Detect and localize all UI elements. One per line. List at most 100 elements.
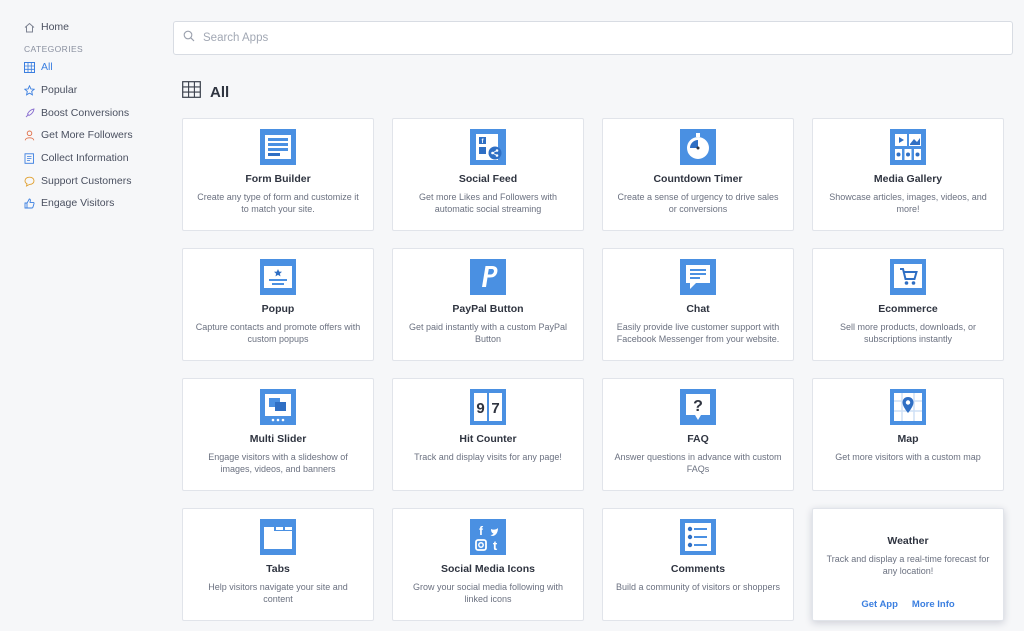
app-title: Map	[897, 433, 919, 445]
sidebar-item-label: Collect Information	[41, 152, 129, 164]
svg-text:9: 9	[476, 400, 484, 417]
home-icon	[24, 22, 35, 33]
app-card-social-feed[interactable]: f Social Feed Get more Likes and Followe…	[392, 118, 584, 231]
thumbs-up-icon	[24, 198, 35, 209]
app-card-tabs[interactable]: Tabs Help visitors navigate your site an…	[182, 508, 374, 621]
get-app-button[interactable]: Get App	[861, 599, 898, 610]
app-card-popup[interactable]: Popup Capture contacts and promote offer…	[182, 248, 374, 361]
grid-icon	[24, 61, 35, 73]
app-description: Engage visitors with a slideshow of imag…	[208, 452, 348, 474]
app-title: Countdown Timer	[653, 173, 743, 185]
app-card-chat[interactable]: Chat Easily provide live customer suppor…	[602, 248, 794, 361]
sidebar-item-label: Engage Visitors	[41, 197, 115, 209]
app-card-hit-counter[interactable]: 97 Hit Counter Track and display visits …	[392, 378, 584, 491]
media-gallery-icon	[890, 129, 926, 165]
comments-icon	[680, 519, 716, 555]
app-description: Grow your social media following with li…	[412, 582, 564, 604]
app-title: PayPal Button	[452, 303, 524, 315]
multi-slider-icon	[260, 389, 296, 425]
app-card-ecommerce[interactable]: Ecommerce Sell more products, downloads,…	[812, 248, 1004, 361]
hit-counter-icon: 97	[470, 389, 506, 425]
app-card-social-media-icons[interactable]: ft Social Media Icons Grow your social m…	[392, 508, 584, 621]
sidebar-item-support-customers[interactable]: Support Customers	[24, 172, 131, 190]
app-grid: Form Builder Create any type of form and…	[182, 118, 1004, 621]
app-card-map[interactable]: Map Get more visitors with a custom map	[812, 378, 1004, 491]
form-builder-icon	[260, 129, 296, 165]
app-description: Create any type of form and customize it…	[197, 192, 359, 214]
grid-icon	[182, 81, 201, 103]
app-card-weather[interactable]: Weather Track and display a real-time fo…	[812, 508, 1004, 621]
app-card-paypal-button[interactable]: PayPal Button Get paid instantly with a …	[392, 248, 584, 361]
app-title: Weather	[887, 535, 929, 547]
chat-bubble-icon	[24, 176, 35, 187]
app-title: Media Gallery	[873, 173, 943, 185]
user-icon	[24, 130, 35, 141]
app-description: Capture contacts and promote offers with…	[195, 322, 361, 344]
sidebar-item-boost-conversions[interactable]: Boost Conversions	[24, 104, 129, 122]
app-title: Form Builder	[245, 173, 311, 185]
app-title: Comments	[670, 563, 726, 575]
app-description: Build a community of visitors or shopper…	[615, 582, 781, 592]
app-card-media-gallery[interactable]: Media Gallery Showcase articles, images,…	[812, 118, 1004, 231]
app-title: Social Media Icons	[441, 563, 535, 575]
sidebar-item-all[interactable]: All	[24, 58, 53, 76]
paypal-icon	[470, 259, 506, 295]
app-title: Tabs	[266, 563, 290, 575]
app-description: Create a sense of urgency to drive sales…	[617, 192, 779, 214]
page-title: All	[210, 83, 230, 101]
sidebar-item-popular[interactable]: Popular	[24, 81, 77, 99]
app-card-countdown-timer[interactable]: Countdown Timer Create a sense of urgenc…	[602, 118, 794, 231]
svg-text:t: t	[493, 538, 498, 553]
ecommerce-icon	[890, 259, 926, 295]
sidebar-item-get-more-followers[interactable]: Get More Followers	[24, 126, 133, 144]
svg-text:?: ?	[693, 398, 703, 415]
sidebar-item-label: Boost Conversions	[41, 107, 130, 119]
app-description: Sell more products, downloads, or subscr…	[839, 322, 977, 344]
app-title: Hit Counter	[459, 433, 517, 445]
app-description: Answer questions in advance with custom …	[614, 452, 782, 474]
app-card-form-builder[interactable]: Form Builder Create any type of form and…	[182, 118, 374, 231]
app-title: Social Feed	[458, 173, 518, 185]
app-description: Showcase articles, images, videos, and m…	[829, 192, 987, 214]
app-description: Get more visitors with a custom map	[835, 452, 981, 462]
app-card-comments[interactable]: Comments Build a community of visitors o…	[602, 508, 794, 621]
app-title: Popup	[261, 303, 295, 315]
app-card-multi-slider[interactable]: Multi Slider Engage visitors with a slid…	[182, 378, 374, 491]
sidebar-item-home[interactable]: Home	[24, 18, 69, 36]
search-bar[interactable]	[173, 21, 1013, 55]
sidebar-item-label: Home	[41, 21, 70, 33]
countdown-timer-icon	[680, 129, 716, 165]
app-title: Multi Slider	[249, 433, 307, 445]
app-description: Easily provide live customer support wit…	[616, 322, 780, 344]
popup-icon	[260, 259, 296, 295]
sidebar-item-label: Popular	[41, 84, 78, 96]
tabs-icon	[260, 519, 296, 555]
social-feed-icon: f	[470, 129, 506, 165]
sidebar-item-label: Get More Followers	[41, 129, 133, 141]
app-title: Ecommerce	[878, 303, 938, 315]
rocket-icon	[24, 107, 35, 119]
form-icon	[24, 152, 35, 164]
star-icon	[24, 84, 35, 96]
app-description: Get more Likes and Followers with automa…	[418, 192, 558, 214]
more-info-button[interactable]: More Info	[912, 599, 955, 610]
categories-heading: CATEGORIES	[24, 44, 84, 54]
section-heading: All	[182, 81, 229, 103]
app-title: FAQ	[687, 433, 709, 445]
app-description: Help visitors navigate your site and con…	[208, 582, 348, 604]
sidebar-item-engage-visitors[interactable]: Engage Visitors	[24, 194, 114, 212]
app-description: Track and display a real-time forecast f…	[826, 554, 990, 576]
svg-text:7: 7	[491, 400, 499, 417]
app-description: Track and display visits for any page!	[414, 452, 562, 462]
faq-icon: ?	[680, 389, 716, 425]
search-input[interactable]	[203, 32, 983, 44]
sidebar-item-label: All	[41, 61, 53, 73]
app-title: Chat	[686, 303, 710, 315]
sidebar-item-collect-information[interactable]: Collect Information	[24, 149, 129, 167]
app-card-faq[interactable]: ? FAQ Answer questions in advance with c…	[602, 378, 794, 491]
chat-icon	[680, 259, 716, 295]
social-media-icons-icon: ft	[470, 519, 506, 555]
sidebar: Home CATEGORIES All Popular Boost Conver…	[0, 0, 160, 631]
map-icon	[890, 389, 926, 425]
sidebar-item-label: Support Customers	[41, 175, 132, 187]
